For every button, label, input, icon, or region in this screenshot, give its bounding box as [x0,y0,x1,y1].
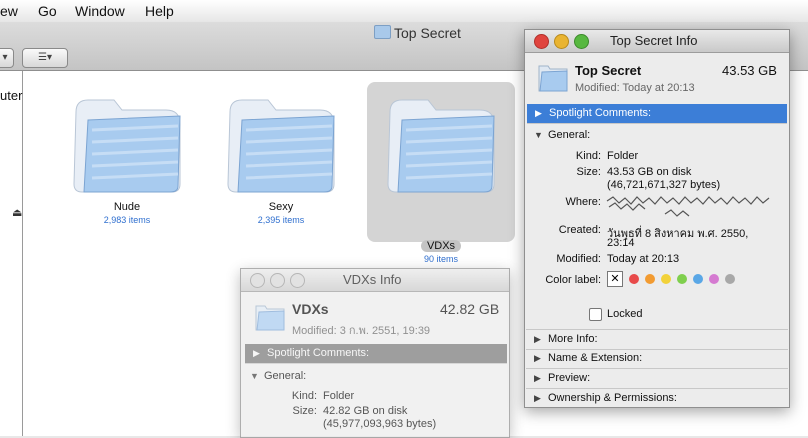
kind-value: Folder [323,390,355,402]
top-secret-info-window: Top Secret Info Top Secret 43.53 GB Modi… [524,29,790,408]
sidebar-item-computer[interactable]: uter [0,88,22,103]
folder-count: 90 items [423,254,458,264]
item-size: 43.53 GB [722,63,777,78]
close-button[interactable] [250,273,265,288]
folder-icon [227,99,335,193]
close-button[interactable] [534,34,549,49]
color-gray[interactable] [725,274,735,284]
view-button[interactable]: ▾ [0,48,14,68]
section-spotlight[interactable]: ▶ Spotlight Comments: [245,344,507,364]
where-label: Where: [565,196,601,208]
disclosure-right-icon: ▶ [534,353,541,363]
menu-bar: ew Go Window Help [0,0,808,23]
color-yellow[interactable] [661,274,671,284]
zoom-button[interactable] [574,34,589,49]
color-orange[interactable] [645,274,655,284]
section-label: Name & Extension: [548,352,643,364]
size-value: 42.82 GB on disk [323,405,408,417]
kind-label: Kind: [291,390,317,402]
disclosure-right-icon: ▶ [534,334,541,344]
folder-icon [73,99,181,193]
size-bytes: (46,721,671,327 bytes) [607,179,721,191]
eject-icon[interactable]: ⏏ [12,206,22,219]
menu-go[interactable]: Go [38,3,57,19]
locked-label: Locked [607,308,643,320]
kind-label: Kind: [575,150,601,162]
section-ownership[interactable]: ▶ Ownership & Permissions: [526,389,788,408]
minimize-button[interactable] [270,273,285,288]
color-red[interactable] [629,274,639,284]
disclosure-right-icon: ▶ [534,393,541,403]
folder-item-nude[interactable]: Nude 2,983 items [53,82,201,242]
folder-name: Sexy [268,201,294,213]
section-label: More Info: [548,333,598,345]
folder-icon [387,99,495,193]
disclosure-down-icon: ▼ [534,130,543,140]
locked-checkbox[interactable] [589,308,602,321]
menu-window[interactable]: Window [75,3,125,19]
section-label: General: [548,129,591,141]
folder-name: Nude [113,201,141,213]
section-name-extension[interactable]: ▶ Name & Extension: [526,349,788,369]
window-title-text: Top Secret [394,25,461,41]
folder-icon [538,65,568,92]
section-general[interactable]: ▼ General: [242,367,506,386]
color-green[interactable] [677,274,687,284]
kind-value: Folder [607,150,639,162]
disclosure-down-icon: ▼ [250,371,259,381]
vdxs-info-window: VDXs Info VDXs 42.82 GB Modified: 3 ก.พ.… [240,268,510,438]
section-label: Spotlight Comments: [267,347,370,359]
size-label: Size: [292,405,317,417]
folder-item-vdxs[interactable]: VDXs 90 items [367,82,515,264]
section-preview[interactable]: ▶ Preview: [526,369,788,389]
section-label: Spotlight Comments: [549,107,652,119]
folder-count: 2,983 items [103,215,151,225]
action-icon: ☰▾ [38,52,52,63]
title-bar: VDXs Info [241,269,509,292]
modified-label: Modified: [556,253,601,265]
item-size: 42.82 GB [440,301,500,317]
section-general[interactable]: ▼ General: [526,126,788,145]
no-color-button[interactable]: ✕ [607,271,623,287]
folder-icon [255,305,285,331]
section-label: Ownership & Permissions: [548,392,677,404]
color-purple[interactable] [709,274,719,284]
action-menu-button[interactable]: ☰▾ [22,48,68,68]
zoom-button[interactable] [290,273,305,288]
panel-title: Top Secret Info [610,33,698,48]
modified-line: Modified: Today at 20:13 [575,82,695,94]
redacted-path [606,196,770,217]
color-label-swatches [629,274,769,286]
window-title: Top Secret [374,25,461,41]
folder-item-sexy[interactable]: Sexy 2,395 items [207,82,355,242]
disclosure-right-icon: ▶ [535,108,542,118]
disclosure-right-icon: ▶ [534,373,541,383]
color-label-label: Color label: [545,274,601,286]
section-spotlight[interactable]: ▶ Spotlight Comments: [527,104,787,124]
section-label: Preview: [548,372,591,384]
color-blue[interactable] [693,274,703,284]
folder-icon [374,25,391,39]
modified-value: Today at 20:13 [607,253,680,265]
size-bytes: (45,977,093,963 bytes) [323,418,437,430]
section-more-info[interactable]: ▶ More Info: [526,329,788,350]
section-label: General: [264,370,307,382]
modified-line: Modified: 3 ก.พ. 2551, 19:39 [292,325,431,337]
item-name: Top Secret [575,63,642,78]
item-name: VDXs [292,301,329,317]
size-value: 43.53 GB on disk [607,166,692,178]
menu-view[interactable]: ew [0,3,18,19]
folder-name: VDXs [420,240,462,252]
created-label: Created: [558,224,601,236]
size-label: Size: [576,166,601,178]
created-time: 23:14 [607,237,635,249]
folder-count: 2,395 items [257,215,305,225]
sidebar: uter ⏏ [0,71,23,436]
menu-help[interactable]: Help [145,3,174,19]
title-bar: Top Secret Info [525,30,789,53]
panel-title: VDXs Info [343,272,402,287]
disclosure-right-icon: ▶ [253,348,260,358]
minimize-button[interactable] [554,34,569,49]
